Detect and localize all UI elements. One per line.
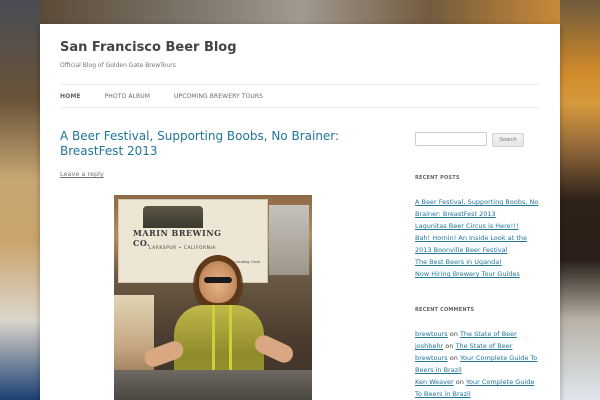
list-item: brewtours on The State of Beer — [415, 328, 543, 340]
recent-post-link[interactable]: Now Hiring Brewery Tour Guides — [415, 270, 520, 278]
main-navigation: HOME PHOTO ALBUM UPCOMING BREWERY TOURS — [60, 84, 540, 108]
list-item: Now Hiring Brewery Tour Guides — [415, 268, 543, 280]
post-photo[interactable]: MARIN BREWING CO. LARKSPUR • CALIFORNIA … — [114, 195, 312, 400]
list-item: Ken Weaver on Your Complete Guide To Bee… — [415, 376, 543, 400]
recent-comments-list: brewtours on The State of Beer joshbehr … — [415, 328, 543, 400]
search-button[interactable]: Search — [492, 133, 524, 147]
comment-author-link[interactable]: Ken Weaver — [415, 378, 454, 386]
photo-person-sunglasses — [204, 277, 232, 283]
recent-post-link[interactable]: The Best Beers in Uganda! — [415, 258, 502, 266]
list-item: A Beer Festival, Supporting Boobs, No Br… — [415, 196, 543, 220]
post-title[interactable]: A Beer Festival, Supporting Boobs, No Br… — [60, 129, 340, 159]
recent-posts-list: A Beer Festival, Supporting Boobs, No Br… — [415, 196, 543, 280]
photo-brewery-banner: MARIN BREWING CO. LARKSPUR • CALIFORNIA … — [118, 199, 268, 283]
recent-post-link[interactable]: Lagunitas Beer Circus is Here!!! — [415, 222, 518, 230]
photo-banner-logo — [143, 206, 203, 228]
recent-posts-title: RECENT POSTS — [415, 175, 460, 181]
recent-comments-title: RECENT COMMENTS — [415, 307, 475, 313]
nav-item-home[interactable]: HOME — [60, 93, 81, 100]
photo-banner-text: MARIN BREWING CO. — [133, 228, 222, 248]
comment-post-link[interactable]: The State of Beer — [455, 342, 512, 350]
comment-post-link[interactable]: The State of Beer — [460, 330, 517, 338]
background-left-strip — [0, 0, 40, 400]
list-item: Bah! Hornin! An Inside Look at the 2013 … — [415, 232, 543, 256]
photo-table — [114, 370, 312, 400]
comment-on-text: on — [455, 378, 464, 386]
photo-banner-subtext: LARKSPUR • CALIFORNIA — [149, 246, 216, 251]
comment-on-text: on — [449, 354, 458, 362]
search-input[interactable] — [415, 132, 487, 146]
background-top-strip — [40, 0, 560, 24]
comment-on-text: on — [449, 330, 458, 338]
comment-author-link[interactable]: brewtours — [415, 330, 448, 338]
list-item: joshbehr on The State of Beer — [415, 340, 543, 352]
comment-author-link[interactable]: brewtours — [415, 354, 448, 362]
comment-on-text: on — [445, 342, 454, 350]
leave-reply-link[interactable]: Leave a reply — [60, 170, 104, 178]
comment-author-link[interactable]: joshbehr — [415, 342, 443, 350]
photo-person-lanyard — [212, 305, 232, 375]
photo-window — [269, 205, 309, 275]
list-item: Lagunitas Beer Circus is Here!!! — [415, 220, 543, 232]
list-item: The Best Beers in Uganda! — [415, 256, 543, 268]
nav-item-upcoming-brewery-tours[interactable]: UPCOMING BREWERY TOURS — [174, 93, 263, 100]
background-right-strip — [560, 0, 600, 400]
nav-item-photo-album[interactable]: PHOTO ALBUM — [105, 93, 150, 100]
recent-post-link[interactable]: A Beer Festival, Supporting Boobs, No Br… — [415, 198, 538, 218]
page-container: San Francisco Beer Blog Official Blog of… — [40, 24, 560, 400]
site-title[interactable]: San Francisco Beer Blog — [60, 40, 237, 55]
list-item: brewtours on Your Complete Guide To Beer… — [415, 352, 543, 376]
recent-post-link[interactable]: Bah! Hornin! An Inside Look at the 2013 … — [415, 234, 527, 254]
site-description: Official Blog of Golden Gate BrewTours — [60, 62, 176, 69]
